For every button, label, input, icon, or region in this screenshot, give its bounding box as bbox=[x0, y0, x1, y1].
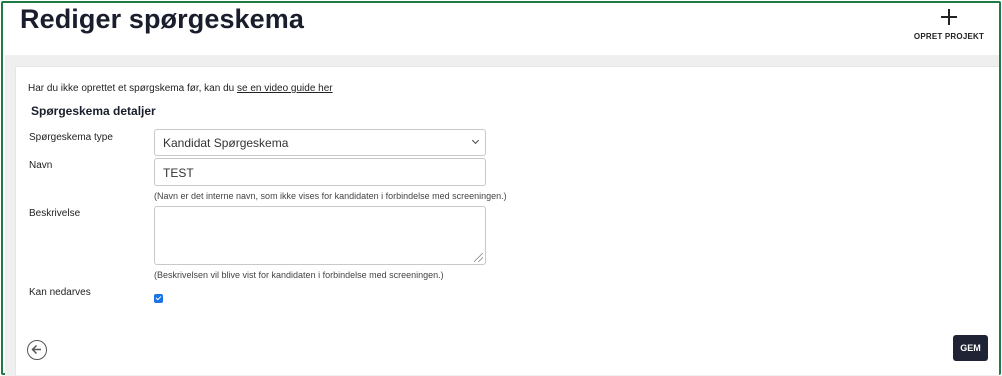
plus-icon bbox=[941, 9, 957, 25]
description-help-text: (Beskrivelsen vil blive vist for kandida… bbox=[154, 270, 444, 280]
page-title: Rediger spørgeskema bbox=[20, 4, 305, 34]
video-guide-link[interactable]: se en video guide her bbox=[237, 83, 333, 94]
guide-text: Har du ikke oprettet et spørgskema før, … bbox=[28, 83, 333, 94]
name-input[interactable]: TEST bbox=[154, 158, 486, 186]
create-project-label: OPRET PROJEKT bbox=[913, 32, 985, 41]
arrow-left-circle-icon bbox=[31, 344, 41, 355]
save-button[interactable]: GEM bbox=[953, 335, 988, 361]
section-title: Spørgeskema detaljer bbox=[31, 104, 156, 118]
chevron-down-icon bbox=[471, 136, 480, 145]
inherit-checkbox[interactable] bbox=[154, 294, 163, 303]
name-label: Navn bbox=[29, 160, 53, 171]
name-input-value: TEST bbox=[163, 166, 194, 180]
description-label: Beskrivelse bbox=[29, 208, 81, 219]
create-project-button[interactable]: OPRET PROJEKT bbox=[913, 7, 985, 45]
guide-prefix: Har du ikke oprettet et spørgskema før, … bbox=[28, 83, 237, 94]
name-help-text: (Navn er det interne navn, som ikke vise… bbox=[154, 191, 507, 201]
questionnaire-type-select[interactable]: Kandidat Spørgeskema bbox=[154, 129, 486, 156]
type-label: Spørgeskema type bbox=[29, 132, 113, 143]
resize-handle-icon[interactable] bbox=[474, 253, 483, 262]
form-card: Har du ikke oprettet et spørgskema før, … bbox=[15, 66, 999, 375]
back-button[interactable] bbox=[27, 340, 47, 360]
app-frame: Rediger spørgeskema OPRET PROJEKT Har du… bbox=[1, 1, 1001, 376]
description-textarea[interactable] bbox=[154, 206, 486, 265]
inherit-label: Kan nedarves bbox=[29, 287, 91, 298]
questionnaire-type-value: Kandidat Spørgeskema bbox=[163, 136, 289, 150]
